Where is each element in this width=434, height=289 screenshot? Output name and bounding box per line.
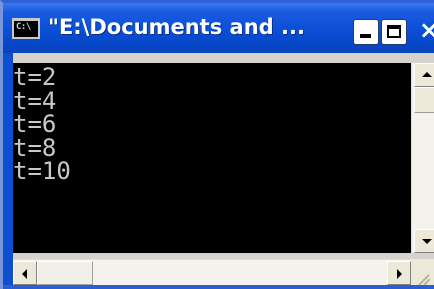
console-line: t=6 (13, 110, 57, 138)
close-button[interactable]: × (409, 17, 434, 45)
scroll-down-arrow-icon (422, 239, 432, 244)
console-output[interactable]: t=2 t=4 t=6 t=8 t=10 (13, 63, 411, 253)
vertical-scrollbar[interactable] (411, 63, 434, 253)
console-window: C:\ "E:\Documents and ... × t=2 t=4 t=6 … (0, 0, 434, 289)
window-frame-bottom (3, 285, 434, 289)
app-icon-text: C:\ (16, 22, 31, 32)
horizontal-scroll-thumb[interactable] (37, 261, 93, 285)
window-frame-left (3, 53, 13, 285)
scroll-left-button[interactable] (13, 261, 37, 285)
scroll-right-button[interactable] (387, 261, 411, 285)
console-lines: t=2 t=4 t=6 t=8 t=10 (13, 63, 71, 185)
scroll-right-arrow-icon (397, 269, 402, 279)
console-line: t=2 (13, 63, 57, 91)
window-title: "E:\Documents and ... (48, 15, 305, 39)
horizontal-scrollbar[interactable] (13, 259, 411, 285)
close-icon: × (419, 17, 434, 43)
console-line: t=10 (13, 157, 71, 185)
scroll-up-arrow-icon (422, 72, 432, 77)
scroll-down-button[interactable] (414, 229, 434, 253)
maximize-icon (387, 25, 401, 38)
vertical-scroll-thumb[interactable] (414, 87, 434, 113)
scroll-left-arrow-icon (22, 269, 27, 279)
minimize-button[interactable] (353, 19, 379, 45)
scroll-up-button[interactable] (414, 63, 434, 87)
resize-grip-icon[interactable] (411, 259, 434, 285)
title-bar[interactable]: C:\ "E:\Documents and ... × (3, 3, 434, 53)
minimize-icon (360, 34, 371, 38)
maximize-button[interactable] (381, 19, 407, 45)
console-window-icon[interactable]: C:\ (12, 18, 40, 39)
